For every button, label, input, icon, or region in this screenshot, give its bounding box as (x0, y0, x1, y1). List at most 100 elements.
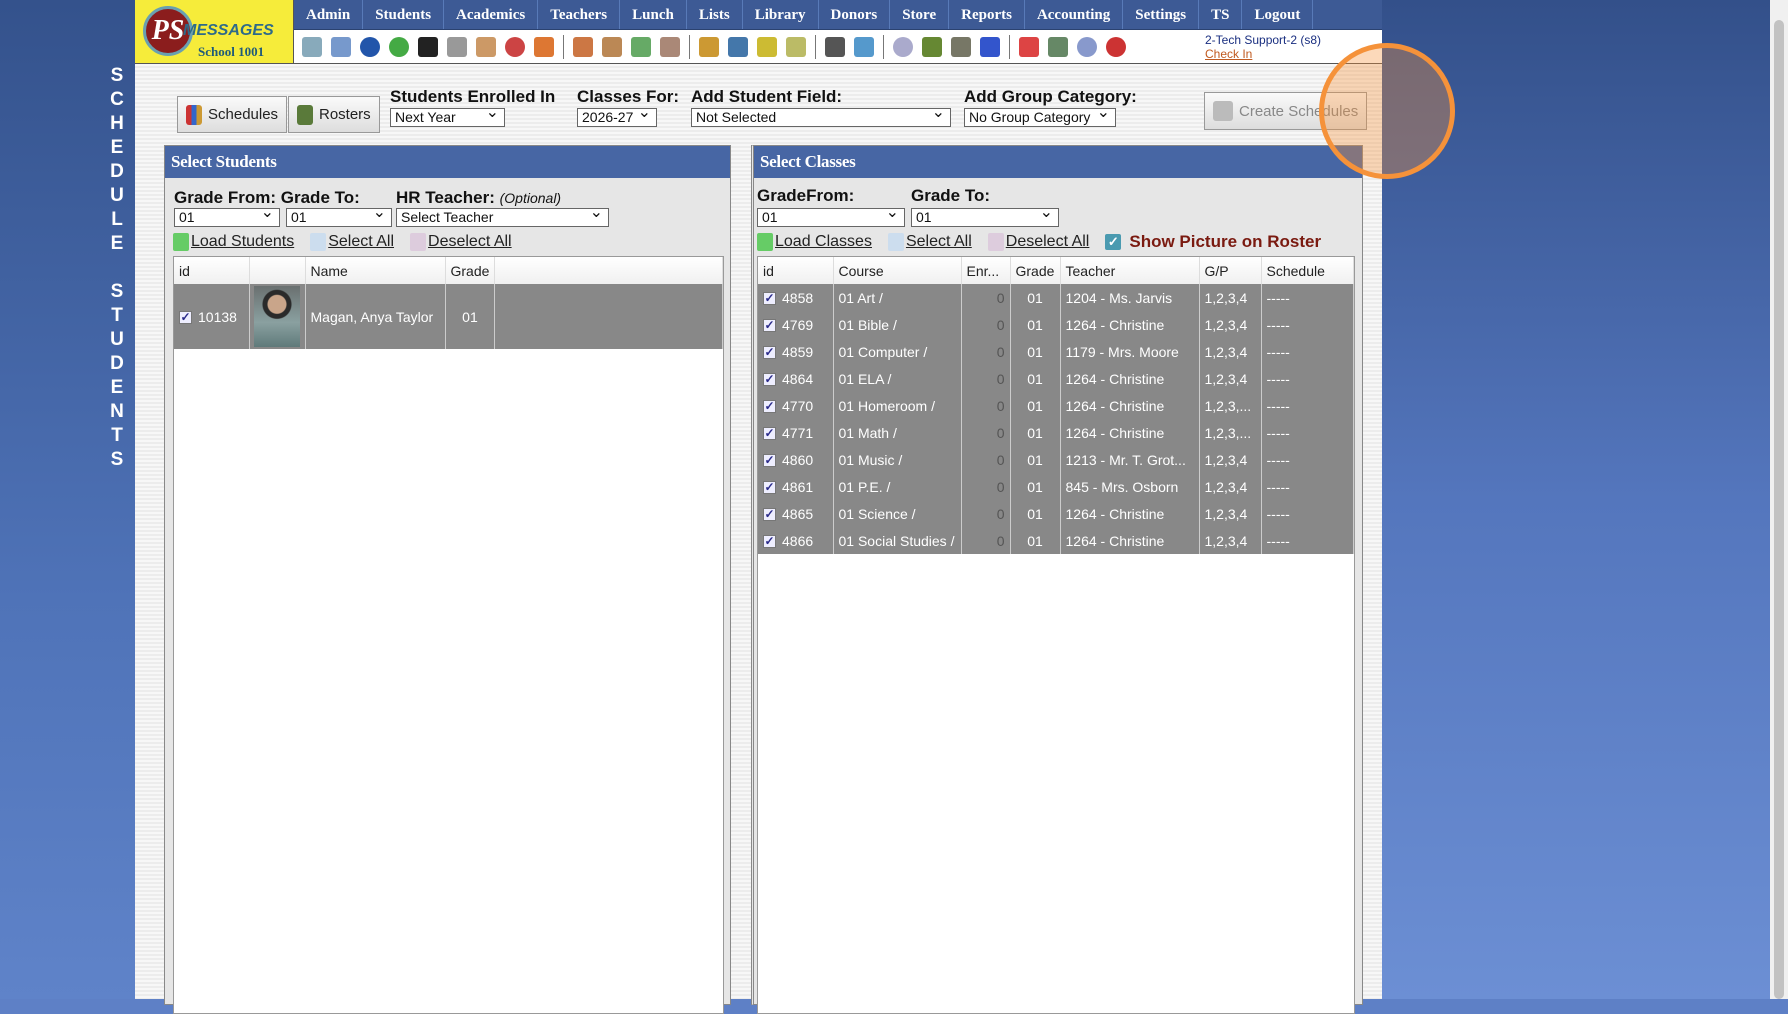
date-icon[interactable] (505, 36, 525, 57)
grade-from-select[interactable]: 01 (174, 204, 280, 227)
class-row[interactable]: ✓ 4858 01 Art / 0 01 1204 - Ms. Jarvis 1,2,3,4… (758, 284, 1354, 311)
load-students-link[interactable]: Load Students (173, 233, 294, 251)
search-icon[interactable] (302, 36, 322, 57)
load-classes-link[interactable]: Load Classes (757, 233, 872, 251)
nav-teachers[interactable]: Teachers (538, 0, 621, 29)
nav-academics[interactable]: Academics (444, 0, 539, 29)
column-header-grade[interactable]: Grade (1010, 257, 1061, 284)
class-checkbox[interactable]: ✓ (763, 535, 776, 549)
class-row[interactable]: ✓ 4769 01 Bible / 0 01 1264 - Christine 1,2,3,… (758, 311, 1354, 338)
class-checkbox[interactable]: ✓ (763, 454, 776, 468)
nav-admin[interactable]: Admin (294, 0, 364, 29)
class-checkbox[interactable]: ✓ (763, 400, 776, 414)
column-header-enrolled[interactable]: Enr... (961, 257, 1011, 284)
class-row[interactable]: ✓ 4865 01 Science / 0 01 1264 - Christine 1,2,… (758, 500, 1354, 527)
email-at-icon[interactable] (360, 36, 380, 57)
nav-students[interactable]: Students (363, 0, 445, 29)
help-icon[interactable] (1077, 36, 1097, 57)
export-icon[interactable] (786, 36, 806, 57)
column-header-teacher[interactable]: Teacher (1060, 257, 1200, 284)
money-icon[interactable] (631, 36, 651, 57)
class-checkbox[interactable]: ✓ (763, 319, 776, 333)
class-checkbox[interactable]: ✓ (763, 508, 776, 522)
calendar-icon[interactable] (476, 36, 496, 57)
student-checkbox[interactable]: ✓ (179, 311, 192, 325)
create-schedules-button[interactable]: Create Schedules (1204, 92, 1368, 130)
staff-icon[interactable] (825, 36, 845, 57)
check-in-link[interactable]: Check In (1205, 47, 1321, 61)
group-category-select[interactable]: No Group Category (964, 104, 1116, 127)
lunch-icon[interactable] (699, 36, 719, 57)
student-field-select[interactable]: Not Selected (691, 104, 951, 127)
grade-to-select[interactable]: 01 (286, 204, 392, 227)
users-icon[interactable] (660, 36, 680, 57)
class-id-cell: ✓ 4865 (758, 500, 834, 527)
nav-lists[interactable]: Lists (687, 0, 743, 29)
select-all-students-link[interactable]: Select All (310, 233, 394, 251)
class-grade-to-select[interactable]: 01 (911, 204, 1059, 227)
class-checkbox[interactable]: ✓ (763, 373, 776, 387)
column-header[interactable]: Grade (445, 257, 496, 284)
class-checkbox[interactable]: ✓ (763, 481, 776, 495)
rosters-button[interactable]: Rosters (288, 96, 380, 133)
user-icon[interactable] (602, 36, 622, 57)
calendar-grid-icon[interactable] (331, 36, 351, 57)
class-row[interactable]: ✓ 4866 01 Social Studies / 0 01 1264 - Christ… (758, 527, 1354, 554)
nav-ts[interactable]: TS (1199, 0, 1243, 29)
calculator-icon[interactable] (893, 36, 913, 57)
show-picture-checkbox[interactable]: ✓ (1105, 234, 1122, 250)
nav-lunch[interactable]: Lunch (620, 0, 687, 29)
add-user-icon[interactable] (573, 36, 593, 57)
column-header-id[interactable]: id (758, 257, 834, 284)
class-row[interactable]: ✓ 4860 01 Music / 0 01 1213 - Mr. T. Grot... 1… (758, 446, 1354, 473)
deselect-all-classes-link[interactable]: Deselect All (987, 233, 1089, 251)
column-header[interactable] (494, 257, 723, 284)
class-row[interactable]: ✓ 4861 01 P.E. / 0 01 845 - Mrs. Osborn 1,2,3,… (758, 473, 1354, 500)
classes-for-select[interactable]: 2026-27 (577, 104, 657, 127)
pdf-icon[interactable] (1019, 36, 1039, 57)
nav-reports[interactable]: Reports (949, 0, 1025, 29)
deselect-all-students-link[interactable]: Deselect All (410, 233, 512, 251)
class-checkbox[interactable]: ✓ (763, 292, 776, 306)
enrolled-select[interactable]: Next Year (390, 104, 505, 127)
power-icon[interactable] (1106, 36, 1126, 57)
printer-icon[interactable] (951, 36, 971, 57)
student-row[interactable]: ✓ 10138 Magan, Anya Taylor 01 (174, 284, 723, 349)
speaker-icon[interactable] (447, 36, 467, 57)
scrollbar-thumb[interactable] (1774, 20, 1784, 999)
class-row[interactable]: ✓ 4770 01 Homeroom / 0 01 1264 - Christine 1,2… (758, 392, 1354, 419)
nav-accounting[interactable]: Accounting (1025, 0, 1124, 29)
class-row[interactable]: ✓ 4864 01 ELA / 0 01 1264 - Christine 1,2,3,4 -… (758, 365, 1354, 392)
column-header[interactable]: id (174, 257, 250, 284)
clock-icon[interactable] (854, 36, 874, 57)
chat-icon[interactable] (389, 36, 409, 57)
column-header[interactable]: Name (305, 257, 446, 284)
column-header[interactable] (249, 257, 306, 284)
book-icon[interactable] (728, 36, 748, 57)
class-checkbox[interactable]: ✓ (763, 346, 776, 360)
column-header-course[interactable]: Course (833, 257, 962, 284)
scrollbar[interactable] (1770, 0, 1788, 999)
class-row[interactable]: ✓ 4859 01 Computer / 0 01 1179 - Mrs. Moore 1,… (758, 338, 1354, 365)
nav-store[interactable]: Store (890, 0, 950, 29)
select-all-classes-link[interactable]: Select All (887, 233, 972, 251)
class-grade-from-select[interactable]: 01 (757, 204, 905, 227)
hr-teacher-select[interactable]: Select Teacher (396, 204, 609, 227)
nav-settings[interactable]: Settings (1123, 0, 1200, 29)
phone-icon[interactable] (418, 36, 438, 57)
column-header-gp[interactable]: G/P (1199, 257, 1262, 284)
ap-icon[interactable] (980, 36, 1000, 57)
schedules-button[interactable]: Schedules (177, 96, 288, 133)
nav-donors[interactable]: Donors (819, 0, 891, 29)
column-header-schedule[interactable]: Schedule (1261, 257, 1354, 284)
nav-library[interactable]: Library (743, 0, 819, 29)
show-picture-option[interactable]: ✓ Show Picture on Roster (1105, 232, 1321, 252)
megaphone-icon[interactable] (534, 36, 554, 57)
logo[interactable]: PS MESSAGES School 1001 (135, 0, 294, 64)
class-row[interactable]: ✓ 4771 01 Math / 0 01 1264 - Christine 1,2,3,.… (758, 419, 1354, 446)
nav-logout[interactable]: Logout (1242, 0, 1314, 29)
card-icon[interactable] (922, 36, 942, 57)
bell-icon[interactable] (757, 36, 777, 57)
cash-register-icon[interactable] (1048, 36, 1068, 57)
class-checkbox[interactable]: ✓ (763, 427, 776, 441)
